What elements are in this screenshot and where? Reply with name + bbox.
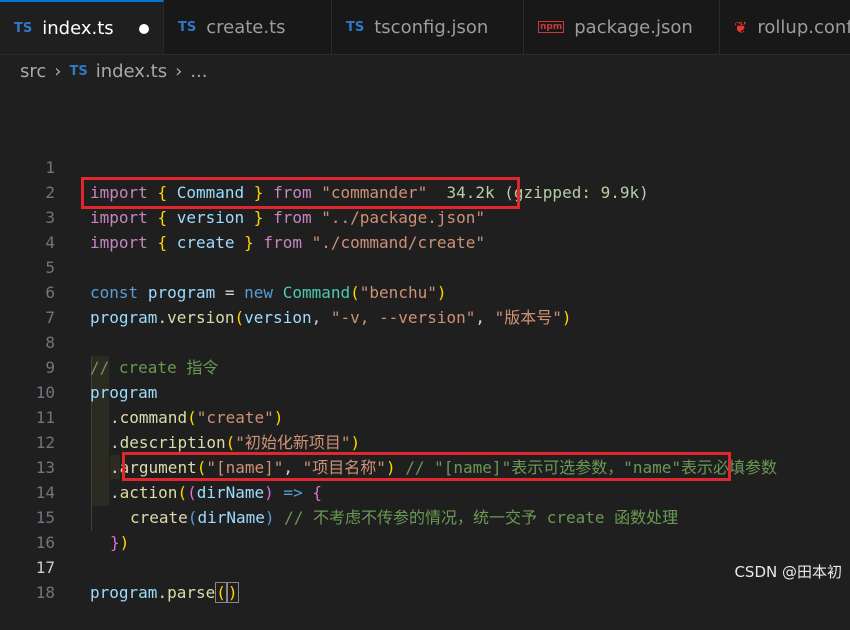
code-line-10: 10 .command("create") xyxy=(35,383,284,427)
code-line-9: 9 program xyxy=(45,358,158,402)
tab-bar: TS index.ts TS create.ts TS tsconfig.jso… xyxy=(0,0,850,55)
breadcrumb: src › TS index.ts › ... xyxy=(20,58,208,84)
tab-create-ts[interactable]: TS create.ts xyxy=(164,0,332,54)
watermark: CSDN @田本初 xyxy=(734,563,842,581)
typescript-icon: TS xyxy=(14,20,33,36)
rollup-icon: ❦ xyxy=(734,17,748,37)
code-line-8: 8 // create 指令 xyxy=(45,333,219,377)
code-line-6: 6 program.version(version, "-v, --versio… xyxy=(45,283,572,327)
typescript-icon: TS xyxy=(178,19,197,35)
code-line-17: 17 program.parse() xyxy=(35,558,239,603)
tab-label: package.json xyxy=(574,16,693,38)
chevron-right-icon: › xyxy=(54,60,62,82)
tab-tsconfig-json[interactable]: TS tsconfig.json xyxy=(332,0,524,54)
code-line-15: 15 }) xyxy=(35,508,130,552)
tab-index-ts[interactable]: TS index.ts xyxy=(0,0,164,54)
unsaved-dot-icon[interactable] xyxy=(139,24,149,34)
tsconfig-icon: TS xyxy=(346,19,365,35)
code-line-1: 1 import { Command } from "commander" 34… xyxy=(45,158,649,202)
code-line-18: 18 xyxy=(35,583,55,602)
breadcrumb-folder[interactable]: src xyxy=(20,61,46,82)
highlight-box-import-create xyxy=(81,177,520,209)
code-line-11: 11 .description("初始化新项目") xyxy=(35,408,361,452)
npm-icon: npm xyxy=(538,21,565,33)
tab-label: index.ts xyxy=(42,17,114,39)
tab-package-json[interactable]: npm package.json xyxy=(524,0,720,54)
tab-rollup-config[interactable]: ❦ rollup.conf xyxy=(720,0,850,54)
tab-label: rollup.conf xyxy=(757,16,850,38)
breadcrumb-more[interactable]: ... xyxy=(190,61,207,82)
tab-label: tsconfig.json xyxy=(374,16,489,38)
breadcrumb-file[interactable]: index.ts xyxy=(96,61,167,82)
code-line-5: 5 const program = new Command("benchu") xyxy=(45,258,447,302)
highlight-box-create-call xyxy=(122,452,731,481)
tab-label: create.ts xyxy=(206,16,286,38)
code-line-12: 12 .argument("[name]", "项目名称") // "[name… xyxy=(35,433,777,477)
code-line-16: 16 xyxy=(35,533,55,552)
code-line-7: 7 xyxy=(45,308,55,327)
chevron-right-icon: › xyxy=(175,60,183,82)
typescript-icon: TS xyxy=(69,63,88,79)
